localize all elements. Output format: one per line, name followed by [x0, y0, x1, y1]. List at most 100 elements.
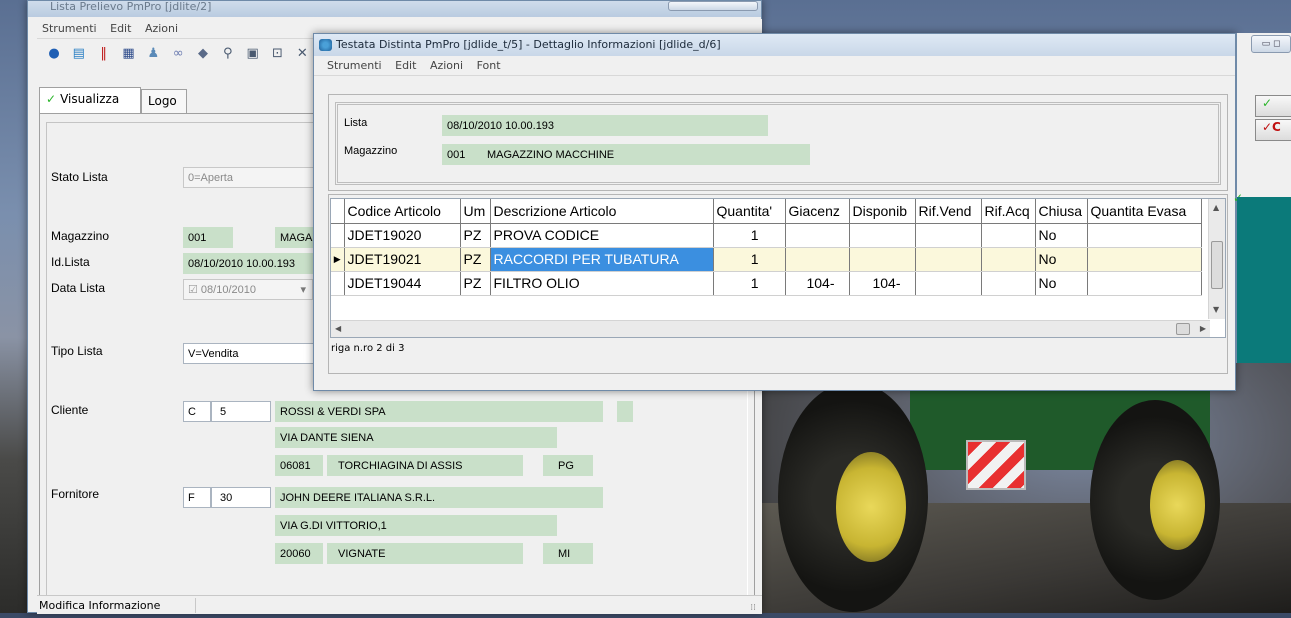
help-icon[interactable]: ●	[45, 45, 63, 63]
col-header-giacenza[interactable]: Giacenz	[785, 199, 850, 224]
cell-codice[interactable]: JDET19020	[344, 223, 461, 248]
cell-um[interactable]: PZ	[460, 223, 491, 248]
close-icon[interactable]: ✕	[293, 45, 311, 63]
cell-um[interactable]: PZ	[460, 247, 491, 272]
cell-descrizione[interactable]: PROVA CODICE	[490, 223, 714, 248]
menu-azioni[interactable]: Azioni	[140, 22, 183, 35]
cell-rif-acq[interactable]	[981, 271, 1036, 296]
stato-lista-field[interactable]: 0=Aperta	[183, 167, 333, 188]
cell-descrizione[interactable]: FILTRO OLIO	[490, 271, 714, 296]
cliente-address-field[interactable]: VIA DANTE SIENA	[275, 427, 557, 448]
data-lista-checkbox-icon[interactable]: ☑	[188, 284, 201, 296]
cell-quantita[interactable]: 1	[713, 247, 786, 272]
tipo-lista-field[interactable]: V=Vendita	[183, 343, 333, 364]
col-header-chiusa[interactable]: Chiusa	[1035, 199, 1088, 224]
lista-field[interactable]: 08/10/2010 10.00.193	[442, 115, 768, 136]
cell-quantita-evasa[interactable]	[1087, 247, 1202, 272]
cliente-type-field[interactable]: C	[183, 401, 211, 422]
tab-logo[interactable]: Logo	[141, 89, 187, 113]
cell-quantita[interactable]: 1	[713, 271, 786, 296]
vertical-scroll-thumb[interactable]	[1211, 241, 1223, 289]
fornitore-cap-field[interactable]: 20060	[275, 543, 323, 564]
pause-icon[interactable]: ‖	[95, 45, 113, 63]
cell-codice[interactable]: JDET19044	[344, 271, 461, 296]
scroll-left-icon[interactable]: ◀	[335, 324, 341, 333]
menu-strumenti[interactable]: Strumenti	[37, 22, 102, 35]
cell-giacenza[interactable]: 104-	[785, 271, 850, 296]
cell-rif-vend[interactable]	[915, 223, 982, 248]
cell-chiusa[interactable]: No	[1035, 223, 1088, 248]
cell-rif-vend[interactable]	[915, 247, 982, 272]
front-menu-strumenti[interactable]: Strumenti	[322, 59, 387, 72]
fornitore-address-field[interactable]: VIA G.DI VITTORIO,1	[275, 515, 557, 536]
cell-quantita-evasa[interactable]	[1087, 223, 1202, 248]
col-header-quantita[interactable]: Quantita'	[713, 199, 786, 224]
front-menu-font[interactable]: Font	[472, 59, 506, 72]
col-header-rif-vend[interactable]: Rif.Vend	[915, 199, 982, 224]
header-magazzino-desc[interactable]: MAGAZZINO MACCHINE	[480, 144, 810, 165]
resize-grip-icon[interactable]: ⁞⁞	[750, 599, 756, 618]
magazzino-code-field[interactable]: 001	[183, 227, 233, 248]
export-icon[interactable]: ⊡	[268, 45, 286, 63]
cell-quantita-evasa[interactable]	[1087, 271, 1202, 296]
scroll-down-icon[interactable]: ▼	[1213, 305, 1219, 314]
cell-quantita[interactable]: 1	[713, 223, 786, 248]
window-controls[interactable]: ▭ ◻	[1251, 35, 1291, 53]
table-row[interactable]: JDET19044 PZ FILTRO OLIO 1 104- 104- No	[331, 271, 1202, 296]
diamond-icon[interactable]: ◆	[194, 45, 212, 63]
col-header-codice[interactable]: Codice Articolo	[344, 199, 461, 224]
cell-codice[interactable]: JDET19021	[344, 247, 461, 272]
scroll-up-icon[interactable]: ▲	[1213, 203, 1219, 212]
cliente-code-field[interactable]: 5	[211, 401, 271, 422]
cell-disponibilita[interactable]: 104-	[849, 271, 916, 296]
menu-edit[interactable]: Edit	[105, 22, 136, 35]
cliente-extra-field[interactable]	[617, 401, 633, 422]
cell-descrizione-selected[interactable]: RACCORDI PER TUBATURA	[490, 247, 714, 272]
cell-um[interactable]: PZ	[460, 271, 491, 296]
front-window-titlebar[interactable]: Testata Distinta PmPro [jdlide_t/5] - De…	[314, 34, 1235, 56]
data-lista-field[interactable]: ☑ 08/10/2010 ▾	[183, 279, 313, 300]
tab-visualizza[interactable]: ✓ Visualizza	[39, 87, 141, 113]
col-header-um[interactable]: Um	[460, 199, 491, 224]
header-magazzino-code[interactable]: 001	[442, 144, 480, 165]
cell-rif-acq[interactable]	[981, 223, 1036, 248]
chevron-down-icon[interactable]: ▾	[300, 280, 306, 299]
vertical-scrollbar[interactable]: ▲ ▼	[1208, 199, 1225, 319]
users-icon[interactable]: ♟	[144, 45, 162, 63]
col-header-disponibilita[interactable]: Disponib	[849, 199, 916, 224]
cell-chiusa[interactable]: No	[1035, 247, 1088, 272]
cliente-name-field[interactable]: ROSSI & VERDI SPA	[275, 401, 603, 422]
scroll-right-icon[interactable]: ▶	[1200, 324, 1206, 333]
table-row[interactable]: JDET19020 PZ PROVA CODICE 1 No	[331, 223, 1202, 248]
col-header-quantita-evasa[interactable]: Quantita Evasa	[1087, 199, 1202, 224]
front-menu-azioni[interactable]: Azioni	[425, 59, 468, 72]
front-menu-edit[interactable]: Edit	[390, 59, 421, 72]
col-header-rif-acq[interactable]: Rif.Acq	[981, 199, 1036, 224]
cell-disponibilita[interactable]	[849, 223, 916, 248]
link-icon[interactable]: ∞	[169, 45, 187, 63]
table-row-selected[interactable]: ▶ JDET19021 PZ RACCORDI PER TUBATURA 1 N…	[331, 247, 1202, 272]
fornitore-code-field[interactable]: 30	[211, 487, 271, 508]
fornitore-city-field[interactable]: VIGNATE	[327, 543, 523, 564]
cell-giacenza[interactable]	[785, 247, 850, 272]
cell-rif-vend[interactable]	[915, 271, 982, 296]
cliente-city-field[interactable]: TORCHIAGINA DI ASSIS	[327, 455, 523, 476]
document-icon[interactable]: ▣	[244, 45, 262, 63]
cell-rif-acq[interactable]	[981, 247, 1036, 272]
cancel-button[interactable]: ✓C	[1255, 119, 1291, 141]
cliente-cap-field[interactable]: 06081	[275, 455, 323, 476]
col-header-descrizione[interactable]: Descrizione Articolo	[490, 199, 714, 224]
fornitore-type-field[interactable]: F	[183, 487, 211, 508]
note-icon[interactable]: ▤	[70, 45, 88, 63]
confirm-button[interactable]: ✓	[1255, 95, 1291, 117]
back-window-controls[interactable]	[668, 1, 758, 11]
fornitore-name-field[interactable]: JOHN DEERE ITALIANA S.R.L.	[275, 487, 603, 508]
cell-disponibilita[interactable]	[849, 247, 916, 272]
cell-giacenza[interactable]	[785, 223, 850, 248]
id-lista-field[interactable]: 08/10/2010 10.00.193	[183, 253, 313, 274]
cliente-prov-field[interactable]: PG	[543, 455, 593, 476]
computer-icon[interactable]: ▦	[119, 45, 137, 63]
search-icon[interactable]: ⚲	[219, 45, 237, 63]
horizontal-scrollbar[interactable]: ◀ ▶	[331, 320, 1210, 337]
fornitore-prov-field[interactable]: MI	[543, 543, 593, 564]
